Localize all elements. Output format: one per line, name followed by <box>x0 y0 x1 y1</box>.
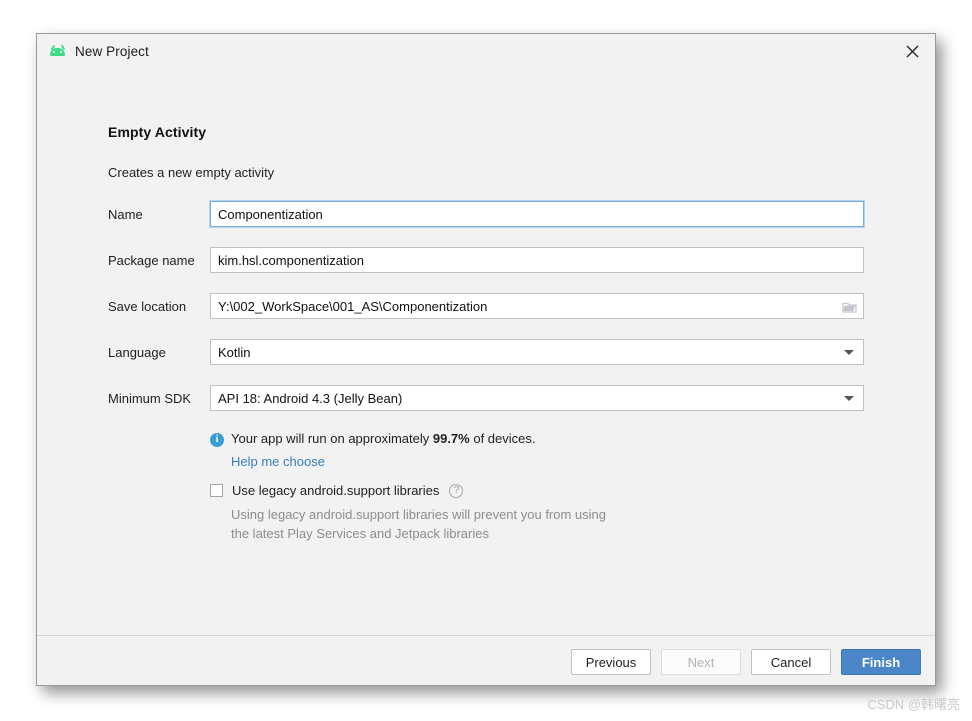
footer-separator <box>37 635 935 636</box>
dialog-content: Empty Activity Creates a new empty activ… <box>37 69 935 685</box>
finish-button[interactable]: Finish <box>841 649 921 675</box>
label-save-location: Save location <box>108 298 187 314</box>
legacy-desc-line-2: the latest Play Services and Jetpack lib… <box>231 526 489 541</box>
label-minimum-sdk: Minimum SDK <box>108 390 192 406</box>
dialog-footer: Previous Next Cancel Finish <box>571 649 921 675</box>
legacy-desc-line-1: Using legacy android.support libraries w… <box>231 507 607 522</box>
minimum-sdk-value: API 18: Android 4.3 (Jelly Bean) <box>218 390 403 406</box>
chevron-down-icon <box>844 396 854 401</box>
next-button: Next <box>661 649 741 675</box>
name-input[interactable] <box>210 201 864 227</box>
chevron-down-icon <box>844 350 854 355</box>
watermark: CSDN @韩曙亮 <box>867 697 960 712</box>
previous-button[interactable]: Previous <box>571 649 651 675</box>
minimum-sdk-dropdown[interactable]: API 18: Android 4.3 (Jelly Bean) <box>210 385 864 411</box>
language-dropdown[interactable]: Kotlin <box>210 339 864 365</box>
legacy-libraries-description: Using legacy android.support libraries w… <box>231 505 701 543</box>
legacy-libraries-checkbox[interactable] <box>210 484 223 497</box>
close-icon[interactable] <box>889 34 935 69</box>
save-location-input[interactable] <box>210 293 864 319</box>
coverage-prefix: Your app will run on approximately <box>231 431 433 446</box>
device-coverage-text: Your app will run on approximately 99.7%… <box>231 431 536 446</box>
android-robot-icon <box>49 44 66 58</box>
dialog-title-bar: New Project <box>37 34 935 69</box>
page-subtitle: Creates a new empty activity <box>108 165 275 180</box>
legacy-libraries-label: Use legacy android.support libraries <box>232 483 440 498</box>
form-row-package-name: Package name <box>108 247 864 273</box>
coverage-suffix: of devices. <box>469 431 536 446</box>
form-row-name: Name <box>108 201 864 227</box>
package-name-input[interactable] <box>210 247 864 273</box>
device-coverage-info: i Your app will run on approximately 99.… <box>210 431 536 447</box>
form-row-save-location: Save location <box>108 293 864 319</box>
folder-icon[interactable] <box>836 294 863 318</box>
dialog-title: New Project <box>75 44 149 59</box>
label-package-name: Package name <box>108 252 195 268</box>
language-value: Kotlin <box>218 344 251 360</box>
label-language: Language <box>108 344 166 360</box>
form-row-language: Language Kotlin <box>108 339 864 365</box>
cancel-button[interactable]: Cancel <box>751 649 831 675</box>
help-me-choose-link[interactable]: Help me choose <box>231 454 325 469</box>
help-question-icon[interactable]: ? <box>449 483 464 498</box>
form-row-minimum-sdk: Minimum SDK API 18: Android 4.3 (Jelly B… <box>108 385 864 411</box>
coverage-percent: 99.7% <box>432 431 470 446</box>
new-project-dialog: New Project Empty Activity Creates a new… <box>36 33 936 686</box>
page-title: Empty Activity <box>108 124 207 140</box>
label-name: Name <box>108 206 143 222</box>
info-icon: i <box>210 433 224 447</box>
legacy-libraries-row: Use legacy android.support libraries ? <box>210 483 464 498</box>
